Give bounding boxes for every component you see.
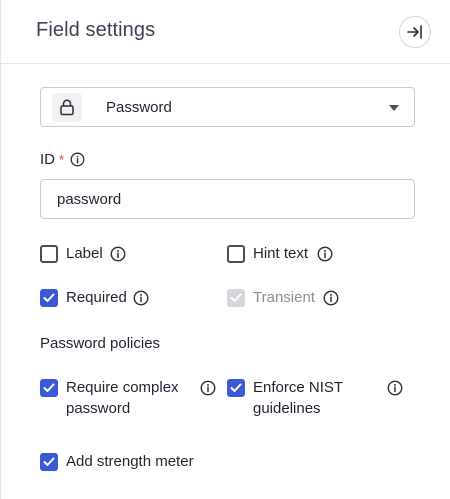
info-icon[interactable] [200,380,216,401]
require-complex-line1: Require complex [66,379,179,396]
checkmark-icon [230,293,242,302]
checkmark-icon [43,293,55,302]
lock-icon [60,99,74,116]
enforce-nist-line2: guidelines [253,400,321,417]
required-option: Required [40,289,127,308]
id-input[interactable] [40,179,415,219]
collapse-panel-icon [407,25,422,39]
id-label-text: ID [40,151,55,168]
info-icon[interactable] [110,246,126,267]
info-icon[interactable] [387,380,403,401]
hint-text-option-text: Hint text [253,245,309,262]
field-settings-panel: Field settings Password ID * Label [0,0,450,499]
field-type-select[interactable]: Password [40,87,415,127]
strength-meter-option: Add strength meter [40,453,194,472]
label-option: Label [40,245,103,264]
info-icon[interactable] [70,152,85,167]
transient-checkbox [227,289,245,307]
info-icon[interactable] [133,290,149,311]
field-type-value: Password [106,99,172,116]
checkmark-icon [230,383,242,392]
require-complex-checkbox[interactable] [40,379,58,397]
require-complex-text: Require complex password [66,377,179,419]
transient-option: Transient [227,289,315,308]
type-icon-box [52,93,82,122]
chevron-down-icon [389,105,399,111]
info-icon[interactable] [323,290,339,311]
hint-text-checkbox[interactable] [227,245,245,263]
strength-meter-checkbox[interactable] [40,453,58,471]
enforce-nist-checkbox[interactable] [227,379,245,397]
enforce-nist-option: Enforce NIST guidelines [227,379,343,419]
require-complex-line2: password [66,400,131,417]
required-option-text: Required [66,289,127,306]
transient-option-text: Transient [253,289,315,306]
enforce-nist-text: Enforce NIST guidelines [253,377,343,419]
checkmark-icon [43,383,55,392]
panel-title: Field settings [36,19,156,41]
info-icon[interactable] [317,246,333,267]
hint-text-option: Hint text [227,245,308,264]
strength-meter-text: Add strength meter [66,453,194,470]
label-option-text: Label [66,245,103,262]
panel-header: Field settings [1,0,450,64]
require-complex-option: Require complex password [40,379,179,419]
checkmark-icon [43,457,55,466]
collapse-panel-button[interactable] [399,16,431,48]
required-asterisk: * [59,152,65,167]
enforce-nist-line1: Enforce NIST [253,379,344,396]
password-policies-heading: Password policies [40,335,161,352]
label-checkbox[interactable] [40,245,58,263]
required-checkbox[interactable] [40,289,58,307]
id-label: ID * [40,151,85,168]
